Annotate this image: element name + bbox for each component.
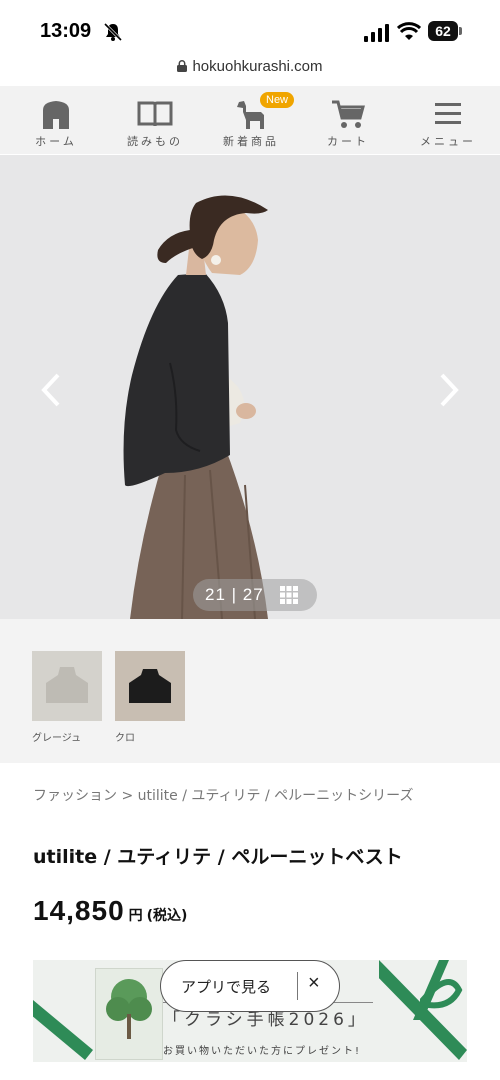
image-counter[interactable]: 21 | 27 <box>193 579 317 611</box>
new-badge: New <box>260 92 295 108</box>
cart-icon <box>332 100 365 128</box>
menu-icon <box>435 103 461 124</box>
top-nav: ホーム 読みもの New 新着商品 カート メニュー <box>0 86 500 154</box>
nav-label-cart: カート <box>327 135 369 148</box>
battery-indicator: 62 <box>428 21 464 43</box>
close-icon[interactable]: × <box>308 972 320 995</box>
variant-thumb-greige[interactable] <box>32 651 102 721</box>
grid-icon <box>280 586 298 604</box>
book-icon <box>137 101 173 127</box>
nav-label-reading: 読みもの <box>127 135 183 148</box>
status-bar: 13:09 62 <box>0 0 500 58</box>
url-bar[interactable]: hokuohkurashi.com <box>0 58 500 84</box>
banner-subtitle: お買い物いただいた方にプレゼント! <box>163 1046 362 1057</box>
image-counter-text: 21 | 27 <box>205 585 264 604</box>
ribbon-decoration-left <box>33 1000 93 1060</box>
battery-level: 62 <box>428 21 458 41</box>
product-gallery[interactable]: 21 | 27 <box>0 155 500 619</box>
signal-icon <box>364 24 389 42</box>
nav-item-menu[interactable]: メニュー <box>398 86 498 154</box>
variant-label-black: クロ <box>115 733 135 744</box>
variant-label-greige: グレージュ <box>32 733 82 744</box>
price-currency: 円 <box>128 907 143 923</box>
pill-divider <box>297 972 298 1000</box>
prev-image-button[interactable] <box>36 365 66 415</box>
nav-item-new[interactable]: New 新着商品 <box>201 86 301 154</box>
nav-label-menu: メニュー <box>420 135 476 148</box>
nav-label-home: ホーム <box>35 135 77 148</box>
notebook-image <box>95 968 163 1060</box>
variant-thumbnails: グレージュ クロ <box>0 619 500 763</box>
open-in-app-pill: アプリで見る × <box>160 960 340 1012</box>
nav-item-home[interactable]: ホーム <box>6 86 106 154</box>
lock-icon <box>177 60 188 72</box>
tree-illustration <box>106 979 152 1039</box>
price-value: 14,850 <box>33 895 125 926</box>
ribbon-bow-decoration <box>379 960 467 1060</box>
nav-item-reading[interactable]: 読みもの <box>105 86 205 154</box>
breadcrumb[interactable]: ファッション > utilite / ユティリテ / ペルーニットシリーズ <box>33 785 413 805</box>
nav-label-new: 新着商品 <box>223 135 279 148</box>
next-image-button[interactable] <box>434 365 464 415</box>
open-in-app-button[interactable]: アプリで見る <box>181 976 271 997</box>
nav-item-cart[interactable]: カート <box>298 86 398 154</box>
url-text: hokuohkurashi.com <box>192 58 323 75</box>
price-tax-note: (税込) <box>146 908 188 924</box>
wifi-icon <box>397 22 421 40</box>
status-time: 13:09 <box>40 20 92 42</box>
product-photo <box>0 155 500 619</box>
product-title: utilite / ユティリテ / ペルーニットベスト <box>33 846 403 868</box>
product-price: 14,850 円 (税込) <box>33 895 187 927</box>
home-icon <box>43 101 69 129</box>
battery-tip <box>459 27 462 35</box>
variant-thumb-black[interactable] <box>115 651 185 721</box>
bell-muted-icon <box>103 22 123 42</box>
